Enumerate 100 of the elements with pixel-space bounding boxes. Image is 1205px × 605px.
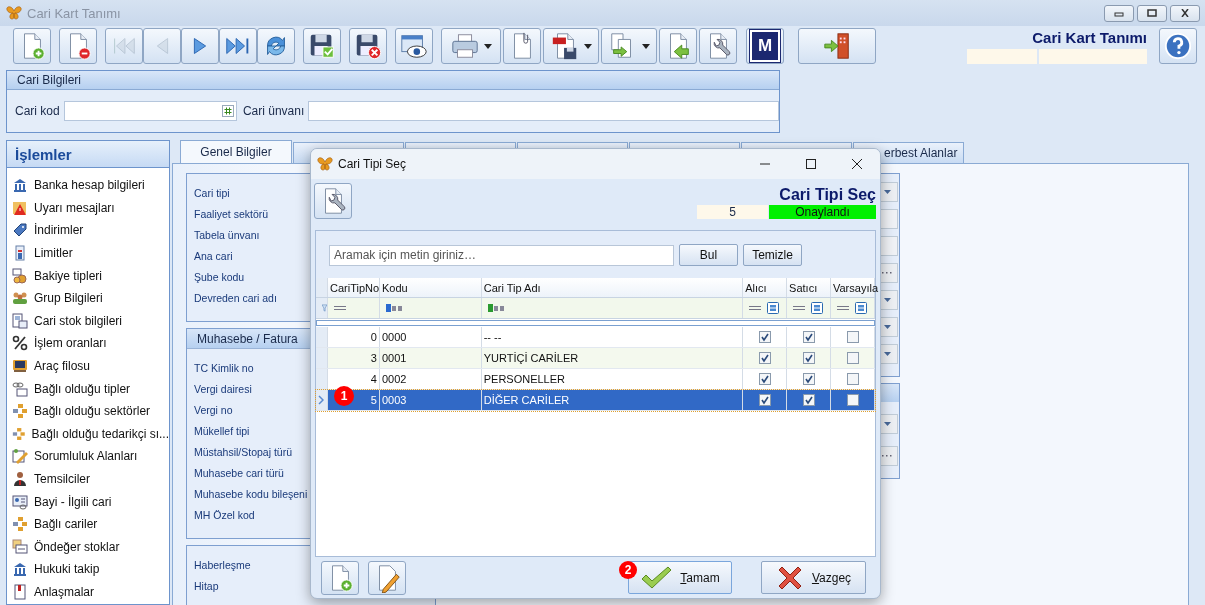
tag-icon (12, 222, 28, 239)
panel-title: Cari Bilgileri (17, 73, 81, 87)
dialog-title: Cari Tipi Seç (338, 157, 407, 171)
new-button[interactable] (321, 560, 359, 595)
coins-icon (12, 267, 28, 284)
column-header[interactable]: Alıcı (743, 278, 788, 297)
edit-button[interactable] (368, 560, 406, 595)
tab[interactable]: Genel Bilgiler (180, 140, 292, 163)
table-cell: 3 (328, 348, 380, 368)
id-card-icon (12, 493, 28, 510)
toolbar-button[interactable] (219, 28, 257, 64)
sidebar-item[interactable]: Grup Bilgileri (7, 286, 169, 310)
checkbox[interactable] (846, 331, 859, 343)
checkbox[interactable] (802, 394, 815, 406)
caret-icon (484, 43, 492, 49)
settings-button[interactable] (314, 183, 352, 219)
search-field[interactable]: Aramak için metin giriniz… (329, 244, 674, 266)
sidebar-item[interactable]: Limitler (7, 241, 169, 265)
checkbox[interactable] (846, 352, 859, 364)
checkmark-icon (640, 565, 673, 590)
input-field[interactable] (308, 101, 779, 121)
column-header[interactable]: Cari Tip Adı (481, 278, 744, 297)
field-label: TC Kimlik no (194, 361, 254, 376)
sidebar-item[interactable]: Bağlı olduğu tedarikçi sı... (7, 422, 169, 446)
clear-button[interactable]: Temizle (743, 244, 802, 266)
checkbox[interactable] (802, 373, 815, 385)
close-button[interactable] (1170, 4, 1200, 22)
table-cell: 0003 (379, 390, 482, 410)
find-button[interactable]: Bul (679, 244, 738, 266)
printer-icon (450, 31, 480, 61)
column-header[interactable]: Satıcı (787, 278, 831, 297)
field-label: Şube kodu (194, 270, 245, 285)
m-button[interactable]: M (746, 28, 784, 64)
field-label: Ana cari (194, 249, 233, 264)
sidebar-item[interactable]: Öndeğer stoklar (7, 535, 169, 559)
toolbar-button[interactable] (798, 28, 876, 64)
caret-icon (883, 325, 891, 329)
caret-icon (642, 43, 650, 49)
sidebar-item[interactable]: İndirimler (7, 219, 169, 242)
sidebar-item[interactable]: Bayi - İlgili cari (7, 490, 169, 513)
pencil-check-icon (12, 448, 28, 465)
field-label: Cari ünvanı (242, 104, 305, 118)
sidebar-item[interactable]: Sorumluluk Alanları (7, 445, 169, 468)
step-badge: 2 (619, 561, 637, 579)
restore-button[interactable] (1137, 4, 1167, 22)
toolbar-button[interactable] (257, 28, 295, 64)
sidebar-item[interactable]: Anlaşmalar (7, 580, 169, 604)
bank-icon (12, 177, 28, 194)
maximize-icon (805, 158, 817, 170)
sidebar-item[interactable]: Uyarı mesajları (7, 196, 169, 220)
column-header[interactable]: Kodu (379, 278, 482, 297)
sidebar-item[interactable]: Banka hesap bilgileri (7, 174, 169, 197)
toolbar-button[interactable] (699, 28, 737, 64)
checkbox[interactable] (802, 331, 815, 343)
sidebar-item[interactable]: Hukuki takip (7, 558, 169, 581)
people-icon (12, 290, 28, 307)
toolbar-button[interactable] (543, 28, 599, 64)
checkbox-filter-icon (811, 302, 824, 314)
form-icon (12, 538, 28, 555)
toolbar-button[interactable] (303, 28, 341, 64)
current-row-icon (318, 395, 325, 405)
person-icon (12, 471, 28, 487)
toolbar-button[interactable] (349, 28, 387, 64)
sidebar-item[interactable]: Bağlı cariler (7, 512, 169, 536)
cancel-button[interactable]: Vazgeç (761, 561, 866, 594)
bank-icon (12, 561, 28, 578)
sidebar-item[interactable]: Bağlı olduğu tipler (7, 377, 169, 400)
sidebar-item[interactable]: İşlem oranları (7, 332, 169, 355)
checkbox[interactable] (846, 373, 859, 385)
checkbox[interactable] (758, 331, 771, 343)
checkbox[interactable] (846, 394, 859, 406)
field-label: Devreden cari adı (194, 291, 277, 306)
column-header[interactable]: CariTipNo (327, 278, 380, 297)
sidebar-item[interactable]: Temsilciler (7, 467, 169, 491)
checkbox[interactable] (758, 352, 771, 364)
equals-icon (793, 306, 806, 310)
toolbar-button[interactable] (181, 28, 219, 64)
caret-icon (883, 298, 891, 302)
dialog-heading: Cari Tipi Seç (779, 186, 876, 204)
help-button[interactable] (1159, 28, 1197, 64)
sidebar-item[interactable]: Araç filosu (7, 354, 169, 378)
equals-icon (334, 306, 346, 310)
sidebar-item[interactable]: Bağlı olduğu sektörler (7, 399, 169, 423)
toolbar-button[interactable] (395, 28, 433, 64)
caret-icon (883, 352, 891, 356)
toolbar-button[interactable] (59, 28, 97, 64)
new-row-bar[interactable] (316, 320, 875, 326)
link-icon (12, 380, 28, 397)
warning-icon (12, 199, 28, 216)
checkbox[interactable] (802, 352, 815, 364)
sidebar-item[interactable]: Cari stok bilgileri (7, 309, 169, 333)
checkbox[interactable] (758, 394, 771, 406)
input-field[interactable] (63, 101, 237, 121)
percent-icon (12, 335, 28, 352)
checkbox[interactable] (758, 373, 771, 385)
sidebar-item[interactable]: Bakiye tipleri (7, 264, 169, 287)
minimize-button[interactable] (1104, 4, 1134, 22)
form-title: Cari Kart Tanımı (1032, 28, 1147, 46)
table-row[interactable]: 3 0001 YURTİÇİ CARİLER (316, 348, 875, 369)
field-label: Tabela ünvanı (194, 228, 260, 243)
